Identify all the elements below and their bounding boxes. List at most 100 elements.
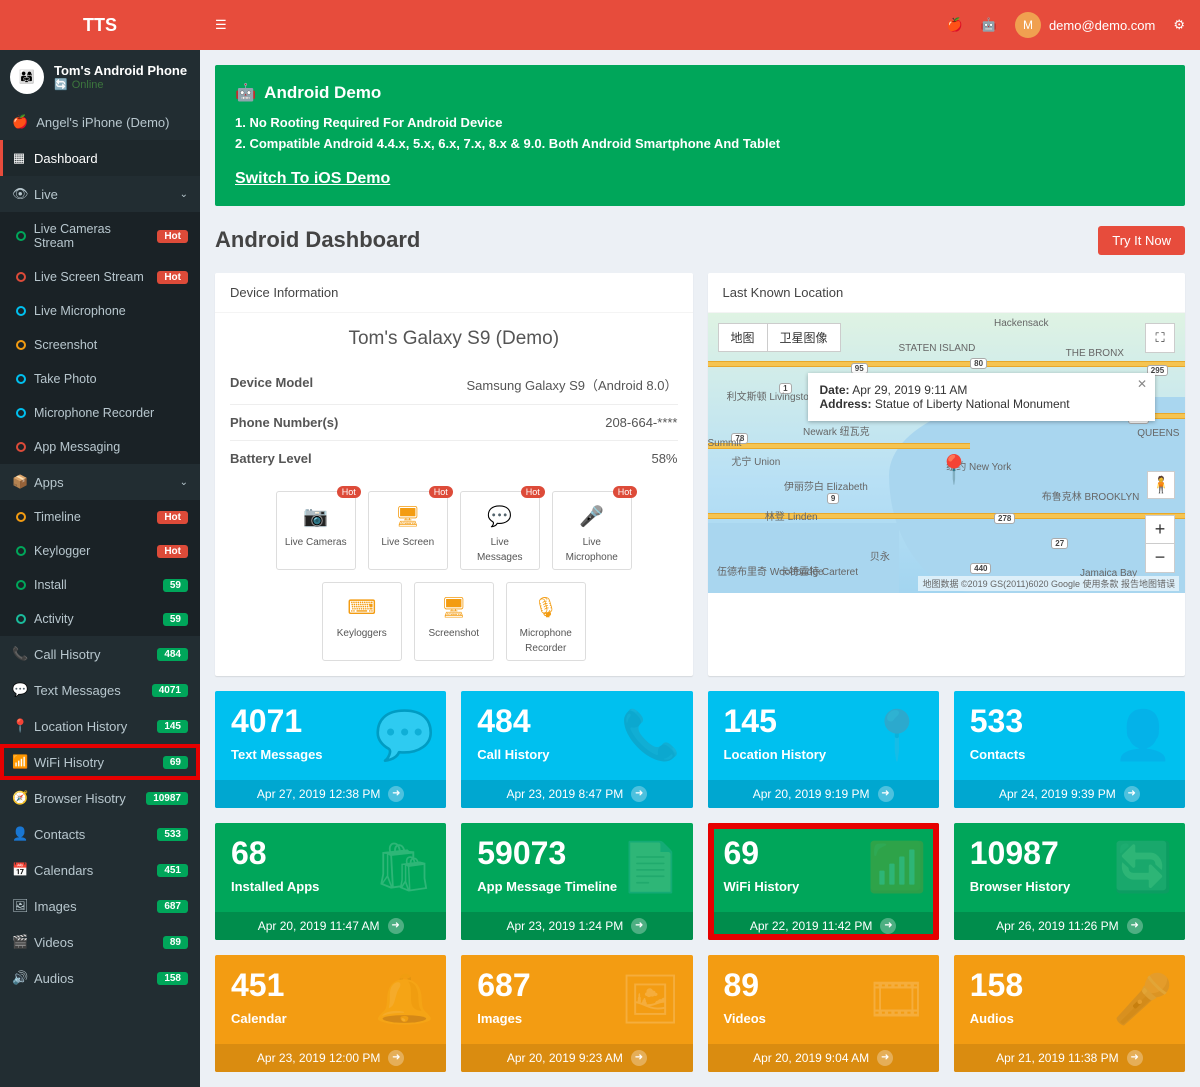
sidebar-item[interactable]: Microphone Recorder	[0, 396, 200, 430]
demo-switch-link[interactable]: 🍎 Angel's iPhone (Demo)	[0, 104, 200, 140]
popup-date-label: Date:	[820, 383, 850, 397]
sidebar-item[interactable]: Live Cameras StreamHot	[0, 212, 200, 260]
zoom-out-button[interactable]: −	[1146, 544, 1174, 572]
sidebar-item[interactable]: 📶WiFi Hisotry69	[0, 744, 200, 780]
pegman-icon[interactable]: 🧍	[1147, 471, 1175, 499]
apple-icon[interactable]: 🍎	[947, 17, 963, 33]
tile-footer[interactable]: Apr 23, 2019 8:47 PM➜	[461, 780, 692, 808]
sidebar-item[interactable]: Live Screen StreamHot	[0, 260, 200, 294]
sidebar-item[interactable]: Live Microphone	[0, 294, 200, 328]
sidebar-item-label: Live Microphone	[34, 304, 126, 318]
menu-icon: 🔊	[12, 970, 26, 986]
sidebar-item[interactable]: 🧭Browser Hisotry10987	[0, 780, 200, 816]
sidebar-item[interactable]: 💬Text Messages4071	[0, 672, 200, 708]
sidebar-item-label: Location History	[34, 719, 127, 734]
sidebar-item-label: Calendars	[34, 863, 93, 878]
quick-button[interactable]: 🖥Screenshot	[414, 582, 494, 661]
tile-footer[interactable]: Apr 27, 2019 12:38 PM➜	[215, 780, 446, 808]
sidebar-item[interactable]: App Messaging	[0, 430, 200, 464]
menu-icon: 👤	[12, 826, 26, 842]
map[interactable]: 7895278194408067849527295 Hackensack利文斯顿…	[708, 313, 1186, 593]
zoom-in-button[interactable]: +	[1146, 516, 1174, 544]
tile-footer[interactable]: Apr 20, 2019 9:04 AM➜	[708, 1044, 939, 1072]
map-tab-satellite[interactable]: 卫星图像	[768, 324, 840, 351]
stat-tile[interactable]: 10987Browser History🔄Apr 26, 2019 11:26 …	[954, 823, 1185, 940]
tile-footer[interactable]: Apr 22, 2019 11:42 PM➜	[708, 912, 939, 940]
map-city-label: 林登 Linden	[765, 508, 818, 523]
stat-tile[interactable]: 59073App Message Timeline📄Apr 23, 2019 1…	[461, 823, 692, 940]
stat-tile[interactable]: 484Call History📞Apr 23, 2019 8:47 PM➜	[461, 691, 692, 808]
tile-footer[interactable]: Apr 20, 2019 9:23 AM➜	[461, 1044, 692, 1072]
stat-tile[interactable]: 145Location History📍Apr 20, 2019 9:19 PM…	[708, 691, 939, 808]
sidebar-item[interactable]: 📍Location History145	[0, 708, 200, 744]
quick-button[interactable]: Hot🎤Live Microphone	[552, 491, 632, 570]
map-city-label: Summit	[708, 438, 742, 449]
sidebar-item-live[interactable]: 👁 Live ⌄	[0, 176, 200, 212]
quick-button[interactable]: Hot🖥Live Screen	[368, 491, 448, 570]
stat-tile[interactable]: 68Installed Apps🛍Apr 20, 2019 11:47 AM➜	[215, 823, 446, 940]
arrow-icon: ➜	[1127, 1050, 1143, 1066]
circle-icon	[16, 442, 26, 452]
logo[interactable]: TTS	[0, 0, 200, 50]
switch-demo-link[interactable]: Switch To iOS Demo	[235, 170, 390, 187]
sidebar-item[interactable]: KeyloggerHot	[0, 534, 200, 568]
quick-button[interactable]: 🎙Microphone Recorder	[506, 582, 586, 661]
stat-tile[interactable]: 69WiFi History📶Apr 22, 2019 11:42 PM➜	[708, 823, 939, 940]
try-it-button[interactable]: Try It Now	[1098, 226, 1185, 255]
sidebar-item[interactable]: Activity59	[0, 602, 200, 636]
fullscreen-icon[interactable]: ⛶	[1145, 323, 1175, 353]
tile-icon: 📶	[867, 839, 927, 896]
badge: 10987	[146, 792, 188, 805]
tile-icon: 📞	[621, 707, 681, 764]
stat-tile[interactable]: 687Images🖼Apr 20, 2019 9:23 AM➜	[461, 955, 692, 1072]
user-panel: 👨‍👩‍👧 Tom's Android Phone 🔄 Online	[0, 50, 200, 104]
user-menu[interactable]: M demo@demo.com	[1015, 12, 1155, 38]
sidebar-item-label: Browser Hisotry	[34, 791, 126, 806]
tile-icon: 🔔	[374, 971, 434, 1028]
info-value: Samsung Galaxy S9（Android 8.0）	[467, 375, 678, 394]
info-label: Phone Number(s)	[230, 415, 338, 430]
tile-footer[interactable]: Apr 26, 2019 11:26 PM➜	[954, 912, 1185, 940]
map-tab-map[interactable]: 地图	[719, 324, 768, 351]
hot-badge: Hot	[613, 486, 637, 498]
stat-tile[interactable]: 451Calendar🔔Apr 23, 2019 12:00 PM➜	[215, 955, 446, 1072]
sidebar-item[interactable]: Screenshot	[0, 328, 200, 362]
stat-tile[interactable]: 533Contacts👤Apr 24, 2019 9:39 PM➜	[954, 691, 1185, 808]
main-content: 🤖Android Demo 1. No Rooting Required For…	[200, 50, 1200, 1087]
menu-icon: 💬	[12, 682, 26, 698]
sidebar-item[interactable]: 🎬Videos89	[0, 924, 200, 960]
tile-footer[interactable]: Apr 21, 2019 11:38 PM➜	[954, 1044, 1185, 1072]
map-shield: 27	[1051, 538, 1068, 549]
sidebar-item[interactable]: 📅Calendars451	[0, 852, 200, 888]
sidebar-item-label: Screenshot	[34, 338, 97, 352]
sidebar-item[interactable]: 📞Call Hisotry484	[0, 636, 200, 672]
stat-tile[interactable]: 4071Text Messages💬Apr 27, 2019 12:38 PM➜	[215, 691, 446, 808]
tile-footer[interactable]: Apr 20, 2019 11:47 AM➜	[215, 912, 446, 940]
sidebar-item[interactable]: TimelineHot	[0, 500, 200, 534]
quick-button[interactable]: Hot💬Live Messages	[460, 491, 540, 570]
sidebar-item[interactable]: 👤Contacts533	[0, 816, 200, 852]
live-icon: 👁	[12, 186, 26, 202]
tile-footer[interactable]: Apr 23, 2019 1:24 PM➜	[461, 912, 692, 940]
sidebar-item-apps[interactable]: 📦 Apps ⌄	[0, 464, 200, 500]
menu-toggle-icon[interactable]: ☰	[215, 17, 227, 33]
hot-badge: Hot	[337, 486, 361, 498]
tile-footer[interactable]: Apr 24, 2019 9:39 PM➜	[954, 780, 1185, 808]
stat-tile[interactable]: 158Audios🎤Apr 21, 2019 11:38 PM➜	[954, 955, 1185, 1072]
close-icon[interactable]: ✕	[1137, 377, 1147, 391]
tile-footer[interactable]: Apr 23, 2019 12:00 PM➜	[215, 1044, 446, 1072]
quick-label: Live Messages	[477, 537, 523, 563]
settings-icon[interactable]: ⚙	[1173, 17, 1185, 33]
sidebar-item[interactable]: Install59	[0, 568, 200, 602]
sidebar-item[interactable]: 🖼Images687	[0, 888, 200, 924]
sidebar-item[interactable]: Take Photo	[0, 362, 200, 396]
tile-footer[interactable]: Apr 20, 2019 9:19 PM➜	[708, 780, 939, 808]
sidebar-item-dashboard[interactable]: ▦ Dashboard	[0, 140, 200, 176]
circle-icon	[16, 546, 26, 556]
android-icon[interactable]: 🤖	[981, 17, 997, 33]
badge: 484	[157, 648, 188, 661]
sidebar-item[interactable]: 🔊Audios158	[0, 960, 200, 996]
quick-button[interactable]: Hot📷Live Cameras	[276, 491, 356, 570]
quick-button[interactable]: ⌨Keyloggers	[322, 582, 402, 661]
stat-tile[interactable]: 89Videos🎞Apr 20, 2019 9:04 AM➜	[708, 955, 939, 1072]
